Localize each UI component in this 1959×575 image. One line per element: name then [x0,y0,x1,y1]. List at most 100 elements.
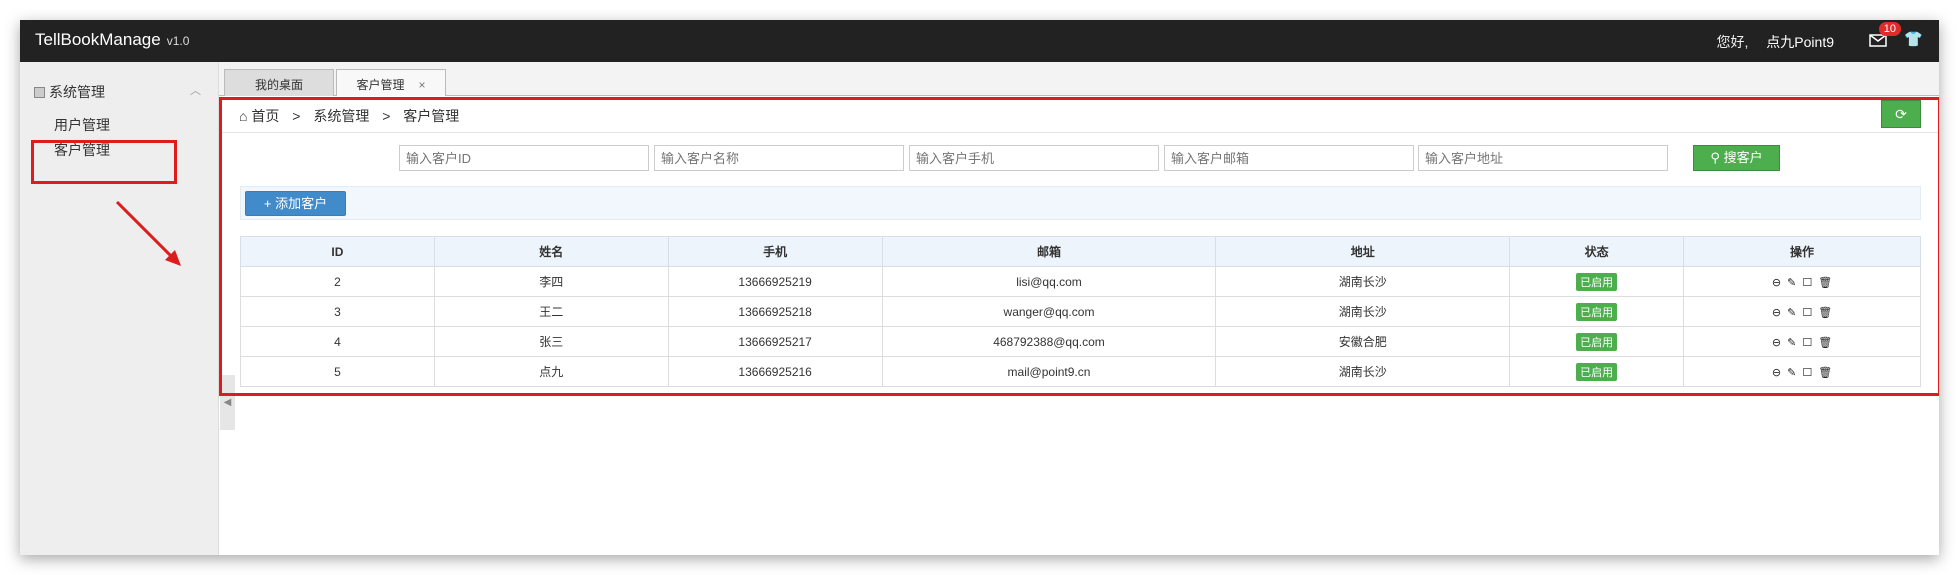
trash-icon[interactable]: 🗑 [1818,306,1832,319]
table-row: 3 王二 13666925218 wanger@qq.com 湖南长沙 已启用 … [240,296,1921,327]
breadcrumb-separator: > [382,108,391,124]
status-badge: 已启用 [1576,332,1618,351]
cell-email: 468792388@qq.com [881,326,1217,357]
breadcrumb: ⌂ 首页 > 系统管理 > 客户管理 [239,106,459,126]
greeting-text: 您好, [1716,34,1749,50]
divider [222,132,1938,133]
column-header-status[interactable]: 状态 [1509,236,1685,267]
cell-name: 点九 [433,356,669,387]
refresh-button[interactable]: ⟳ [1881,100,1921,128]
square-icon[interactable]: ☐ [1802,306,1812,319]
close-icon[interactable]: × [419,78,426,92]
book-icon [34,87,45,98]
tab-bar: 我的桌面 客户管理 × [219,62,1939,96]
plus-icon: + [263,196,272,211]
sidebar-item-users[interactable]: 用户管理 [54,115,110,135]
search-button-label: 搜客户 [1723,150,1763,165]
column-header-address[interactable]: 地址 [1215,236,1511,267]
chevron-up-icon[interactable]: ︿ [190,82,201,98]
search-button[interactable]: ⚲ 搜客户 [1693,145,1780,171]
sidebar-group-system[interactable]: 系统管理 [34,82,105,102]
cell-actions: ⊖ ✎ ☐ 🗑 [1683,266,1921,297]
cell-id: 3 [240,296,435,327]
cell-phone: 13666925218 [667,296,883,327]
edit-icon[interactable]: ✎ [1787,336,1796,349]
column-header-name[interactable]: 姓名 [433,236,669,267]
table-row: 4 张三 13666925217 468792388@qq.com 安徽合肥 已… [240,326,1921,357]
annotation-arrow [115,200,181,266]
username[interactable]: 点九Point9 [1766,34,1834,50]
cell-address: 湖南长沙 [1215,296,1511,327]
shirt-icon[interactable]: 👕 [1904,30,1923,48]
cell-phone: 13666925219 [667,266,883,297]
tab-customers[interactable]: 客户管理 × [336,69,446,96]
home-icon[interactable]: ⌂ [239,108,247,124]
cell-address: 湖南长沙 [1215,266,1511,297]
cell-address: 安徽合肥 [1215,326,1511,357]
cell-name: 王二 [433,296,669,327]
add-customer-label: 添加客户 [275,196,328,211]
trash-icon[interactable]: 🗑 [1818,336,1832,349]
cell-status: 已启用 [1509,266,1685,297]
cell-status: 已启用 [1509,296,1685,327]
cell-address: 湖南长沙 [1215,356,1511,387]
top-bar: TellBookManage v1.0 您好, 点九Point9 10 👕 [20,20,1939,62]
cell-email: wanger@qq.com [881,296,1217,327]
refresh-icon: ⟳ [1895,106,1907,122]
user-greeting: 您好, 点九Point9 [1717,32,1834,52]
app-title-text: TellBookManage [35,30,161,49]
cell-status: 已启用 [1509,326,1685,357]
cell-id: 4 [240,326,435,357]
cell-id: 2 [240,266,435,297]
sidebar-group-label: 系统管理 [49,84,105,100]
column-header-id[interactable]: ID [240,236,435,267]
cell-status: 已启用 [1509,356,1685,387]
stop-icon[interactable]: ⊖ [1772,336,1781,349]
edit-icon[interactable]: ✎ [1787,306,1796,319]
breadcrumb-home[interactable]: 首页 [251,108,279,124]
column-header-actions: 操作 [1683,236,1921,267]
cell-email: mail@point9.cn [881,356,1217,387]
table-header-row: ID 姓名 手机 邮箱 地址 状态 操作 [240,236,1921,267]
column-header-phone[interactable]: 手机 [667,236,883,267]
breadcrumb-separator: > [292,108,301,124]
customer-address-input[interactable] [1418,145,1668,171]
tab-desktop[interactable]: 我的桌面 [224,69,334,96]
app-version: v1.0 [166,34,190,48]
sidebar: 系统管理 ︿ 用户管理 客户管理 [20,62,219,555]
stop-icon[interactable]: ⊖ [1772,366,1781,379]
customer-id-input[interactable] [399,145,649,171]
edit-icon[interactable]: ✎ [1787,276,1796,289]
cell-name: 张三 [433,326,669,357]
app-title[interactable]: TellBookManage v1.0 [35,30,189,50]
cell-name: 李四 [433,266,669,297]
breadcrumb-system[interactable]: 系统管理 [313,108,369,124]
search-icon: ⚲ [1710,150,1720,165]
status-badge: 已启用 [1576,362,1618,381]
table-row: 5 点九 13666925216 mail@point9.cn 湖南长沙 已启用… [240,356,1921,387]
highlight-box-sidebar [31,140,177,184]
trash-icon[interactable]: 🗑 [1818,366,1832,379]
status-badge: 已启用 [1576,272,1618,291]
square-icon[interactable]: ☐ [1802,366,1812,379]
cell-actions: ⊖ ✎ ☐ 🗑 [1683,356,1921,387]
customer-name-input[interactable] [654,145,904,171]
customer-email-input[interactable] [1164,145,1414,171]
trash-icon[interactable]: 🗑 [1818,276,1832,289]
edit-icon[interactable]: ✎ [1787,366,1796,379]
cell-phone: 13666925216 [667,356,883,387]
cell-actions: ⊖ ✎ ☐ 🗑 [1683,296,1921,327]
cell-email: lisi@qq.com [881,266,1217,297]
cell-phone: 13666925217 [667,326,883,357]
stop-icon[interactable]: ⊖ [1772,306,1781,319]
customer-phone-input[interactable] [909,145,1159,171]
app-window: TellBookManage v1.0 您好, 点九Point9 10 👕 系统管… [20,20,1939,555]
tab-customers-label: 客户管理 [356,78,405,92]
action-toolbar [240,186,1921,220]
cell-actions: ⊖ ✎ ☐ 🗑 [1683,326,1921,357]
square-icon[interactable]: ☐ [1802,276,1812,289]
add-customer-button[interactable]: + 添加客户 [245,191,346,216]
column-header-email[interactable]: 邮箱 [881,236,1217,267]
square-icon[interactable]: ☐ [1802,336,1812,349]
stop-icon[interactable]: ⊖ [1772,276,1781,289]
